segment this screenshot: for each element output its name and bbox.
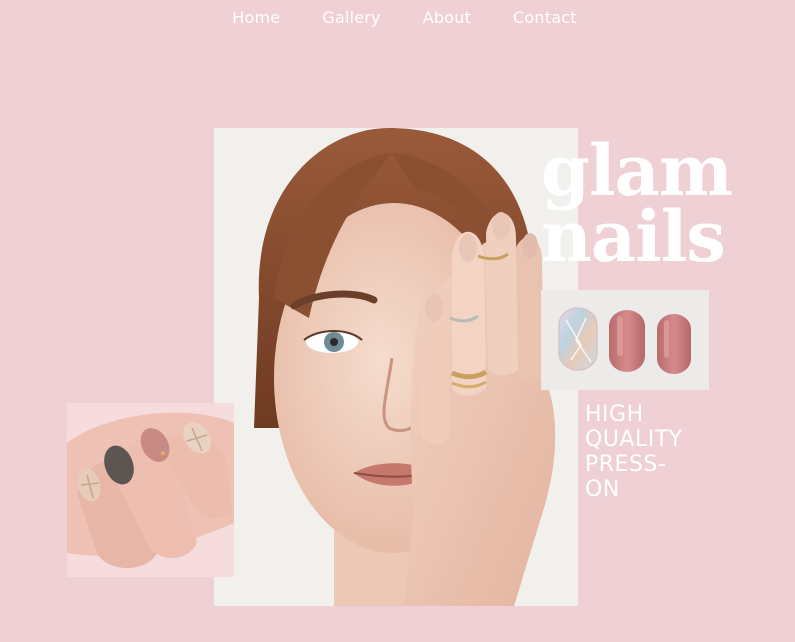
nav-home-link[interactable]: Home: [232, 8, 280, 27]
nav-contact-link[interactable]: Contact: [513, 8, 577, 27]
tagline-line-3: PRESS-: [585, 452, 667, 477]
brand-line-nails: nails: [541, 195, 726, 278]
hero-portrait-illustration: [214, 128, 578, 606]
nail-art-illustration: [67, 403, 234, 577]
tagline-line-4: ON: [585, 477, 620, 502]
nav-gallery-link[interactable]: Gallery: [322, 8, 380, 27]
hero-image: [214, 128, 578, 606]
top-navigation: Home Gallery About Contact: [0, 8, 795, 27]
press-on-samples-image: [541, 290, 709, 390]
press-on-samples-illustration: [541, 290, 709, 390]
tagline-line-1: HIGH: [585, 402, 644, 427]
nav-about-link[interactable]: About: [423, 8, 471, 27]
tagline-line-2: QUALITY: [585, 427, 683, 452]
brand-logo: glam nails: [541, 136, 771, 278]
nail-art-thumbnail: [67, 403, 234, 577]
tagline: HIGH QUALITY PRESS- ON: [585, 402, 725, 502]
